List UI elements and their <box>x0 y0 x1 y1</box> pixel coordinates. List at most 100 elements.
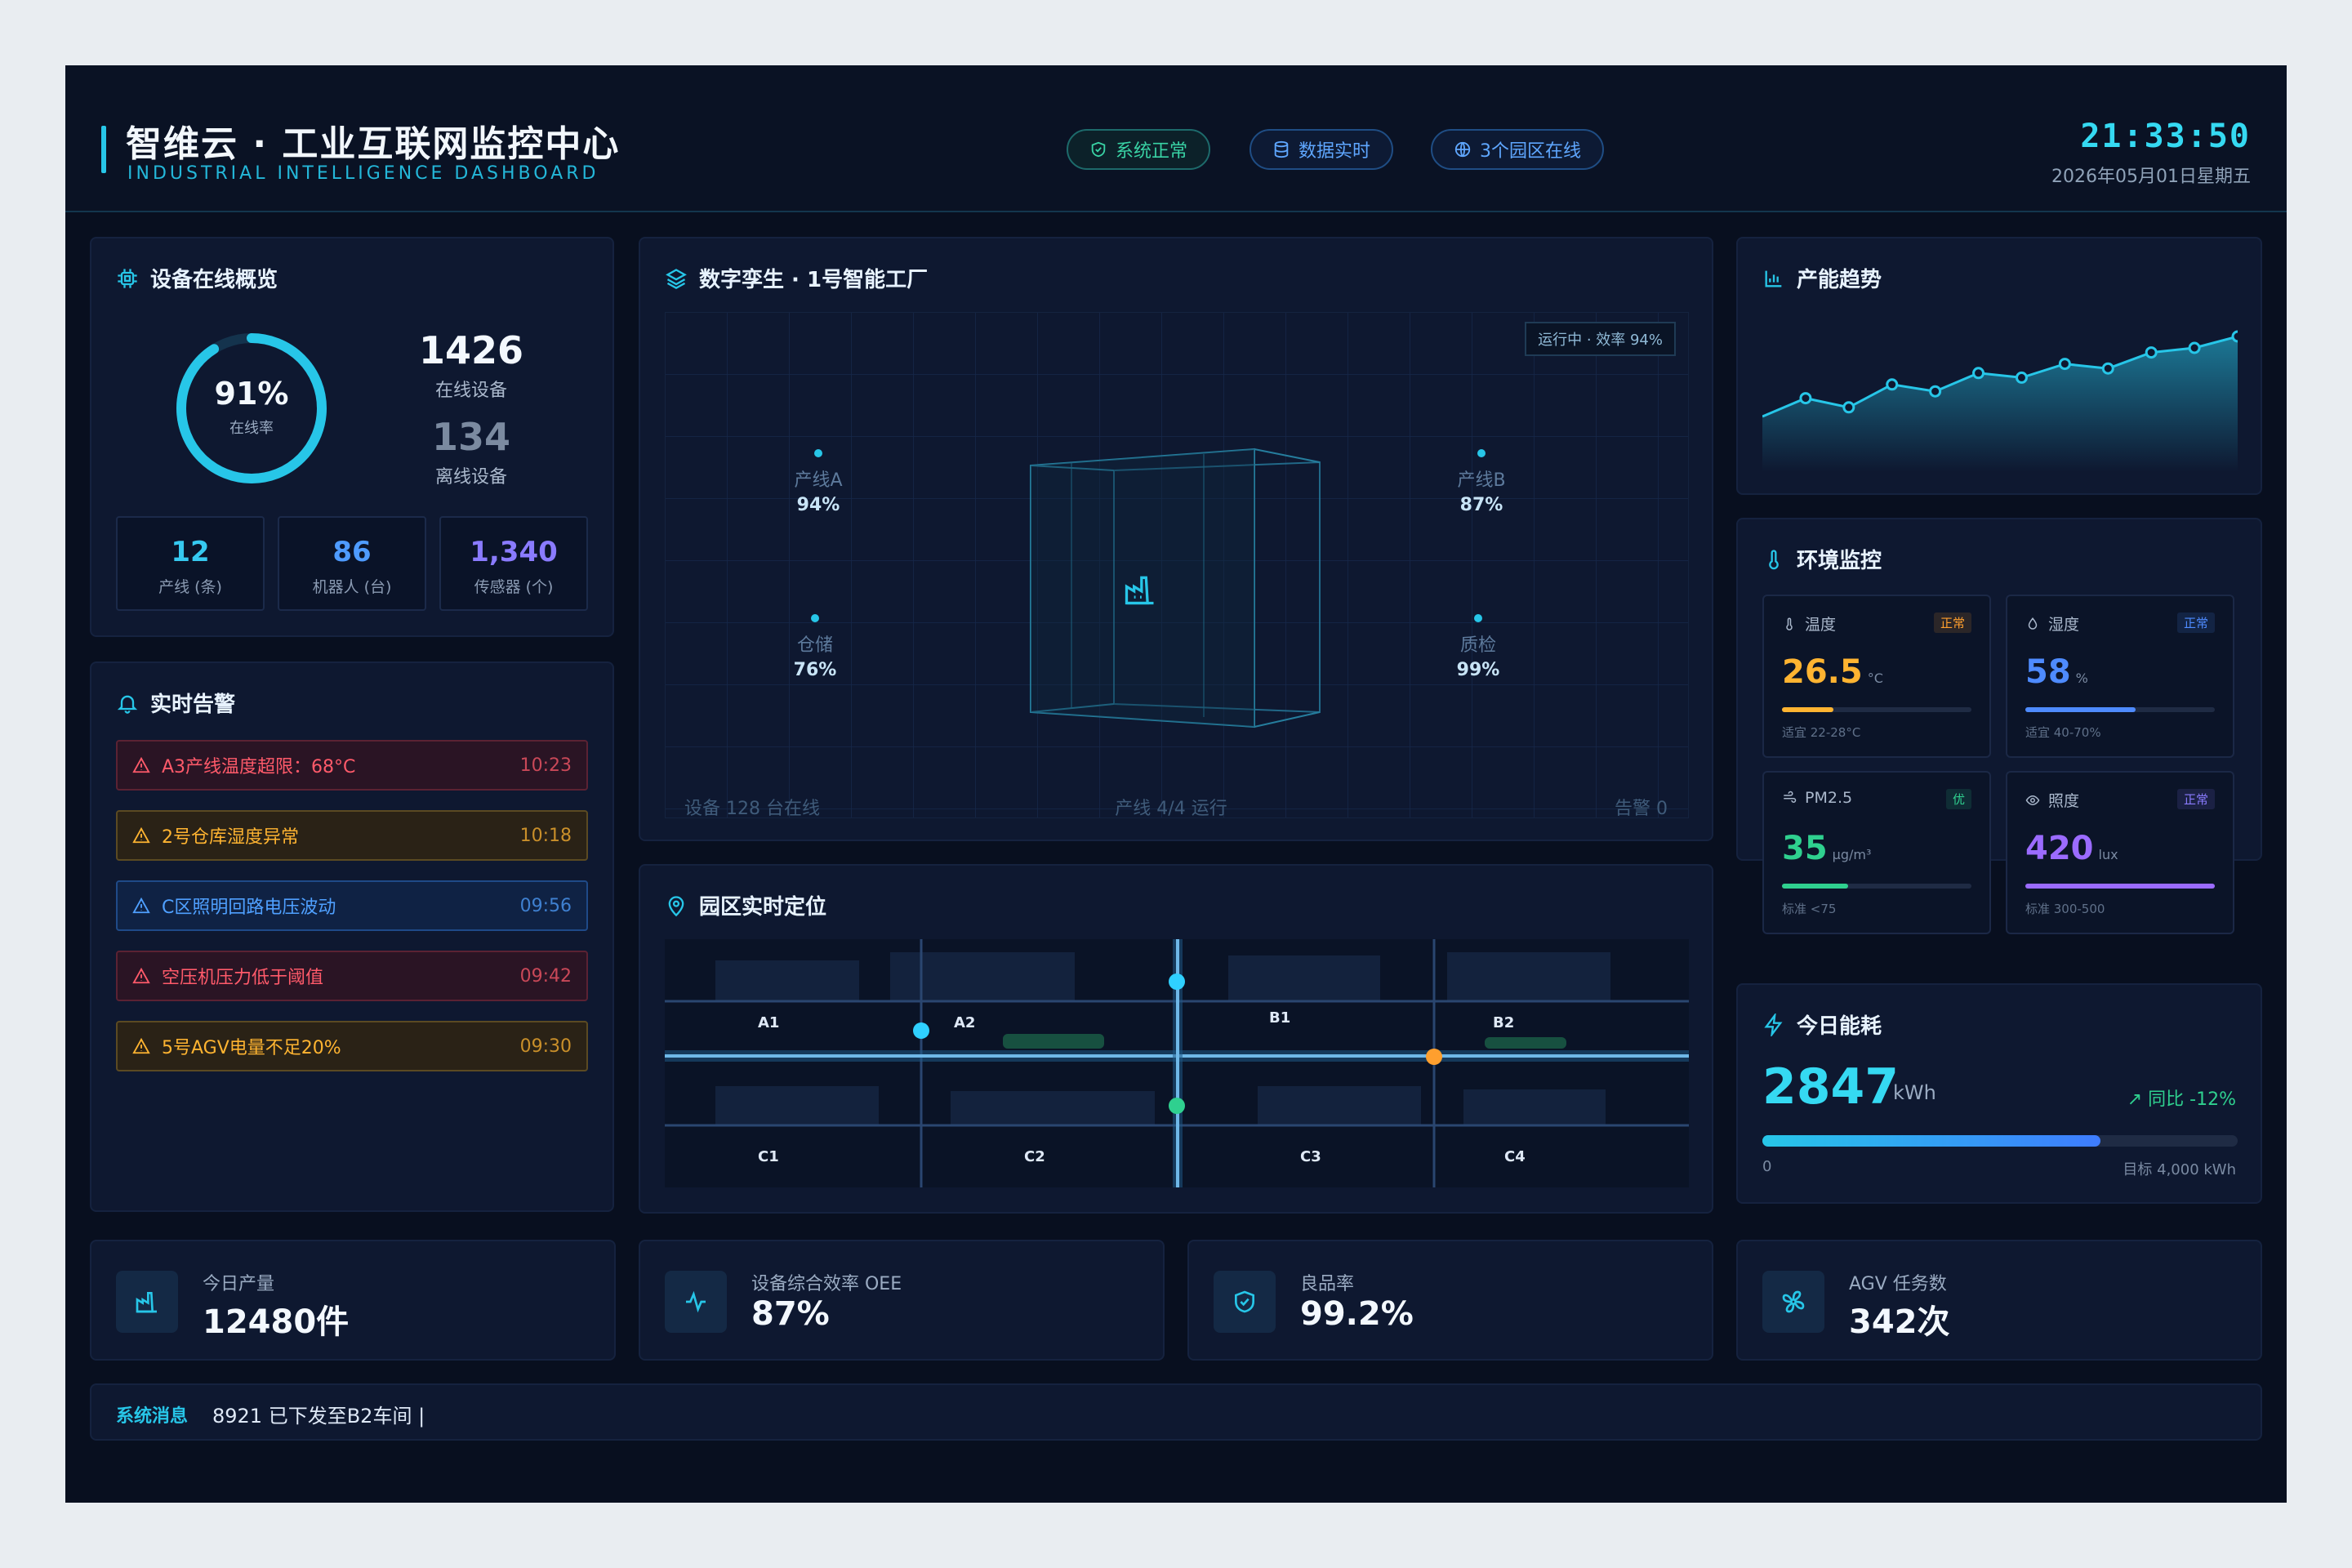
trend-point <box>1799 392 1812 405</box>
alert-item[interactable]: 2号仓库湿度异常 10:18 <box>116 810 588 861</box>
alert-triangle-icon <box>132 826 150 844</box>
energy-yoy-text: 同比 -12% <box>2148 1089 2236 1110</box>
kpi-card[interactable]: 今日产量 12480件 <box>90 1240 616 1361</box>
env-value-number: 26.5 <box>1782 653 1863 691</box>
alert-item[interactable]: 空压机压力低于阈值 09:42 <box>116 951 588 1001</box>
node-name: 产线A <box>794 470 843 491</box>
alert-text: 5号AGV电量不足20% <box>162 1038 341 1058</box>
energy-progress-fill <box>1762 1135 2101 1147</box>
droplets-icon <box>2028 617 2038 630</box>
environment-panel: 环境监控 温度 正常 26.5 °C 适宜 22-28°C 湿度 正常 58% 适宜 40-70… <box>1736 518 2262 934</box>
trend-chart <box>1762 330 2238 472</box>
database-icon <box>1274 140 1289 158</box>
panel-title: 实时告警 <box>116 688 235 718</box>
kpi-label: 设备综合效率 OEE <box>751 1274 902 1294</box>
bell-icon <box>117 695 138 714</box>
kpi-card[interactable]: 设备综合效率 OEE 87% <box>639 1240 1165 1361</box>
shield-check-icon <box>1091 141 1106 158</box>
env-progress-fill <box>2025 707 2136 712</box>
env-value-unit: °C <box>1867 670 1883 686</box>
alert-triangle-icon <box>132 897 150 914</box>
title-accent-bar <box>101 126 106 173</box>
env-card[interactable]: 照度 正常 420 lux 标准 300-500 <box>2006 771 2234 934</box>
kpi-card[interactable]: AGV 任务数 342次 <box>1736 1240 2262 1361</box>
status-pill-label: 数据实时 <box>1298 141 1371 162</box>
stat-sensors: 1,340 传感器 (个) <box>439 516 588 611</box>
env-card-header: PM2.5 <box>1782 789 1852 807</box>
twin-node-line-a[interactable]: 产线A 94% <box>769 449 867 515</box>
env-card-note: 标准 <75 <box>1782 902 1837 916</box>
env-card-note: 适宜 40-70% <box>2025 725 2101 740</box>
env-progress-fill <box>1782 707 1833 712</box>
twin-node-line-b[interactable]: 产线B 87% <box>1432 449 1530 515</box>
alert-item[interactable]: A3产线温度超限：68°C 10:23 <box>116 740 588 791</box>
env-card-name: 湿度 <box>2048 616 2080 634</box>
status-pill-label: 系统正常 <box>1116 141 1188 162</box>
env-card[interactable]: PM2.5 优 35 μg/m³ 标准 <75 <box>1762 771 1991 934</box>
panel-title: 数字孪生 · 1号智能工厂 <box>665 263 928 293</box>
twin-node-qc[interactable]: 质检 99% <box>1429 614 1527 680</box>
env-card-name: 照度 <box>2048 792 2080 810</box>
alert-item[interactable]: C区照明回路电压波动 09:56 <box>116 880 588 931</box>
alert-time: 09:56 <box>519 895 572 916</box>
factory-wireframe[interactable] <box>1024 443 1326 745</box>
stat-value: 12 <box>171 536 210 568</box>
status-pill-data[interactable]: 数据实时 <box>1250 129 1394 170</box>
kpi-label: 今日产量 <box>203 1274 275 1294</box>
panel-title: 园区实时定位 <box>665 890 826 920</box>
node-value: 76% <box>793 660 837 680</box>
online-rate-value: 91% <box>214 376 289 412</box>
stat-value: 86 <box>332 536 372 568</box>
panel-title: 设备在线概览 <box>116 263 278 293</box>
stat-lines: 12 产线 (条) <box>116 516 265 611</box>
kpi-card[interactable]: 良品率 99.2% <box>1187 1240 1713 1361</box>
panel-title-text: 环境监控 <box>1797 549 1882 573</box>
alert-time: 09:30 <box>519 1036 572 1057</box>
park-map[interactable] <box>665 939 1689 1187</box>
env-status-badge: 正常 <box>1933 612 1971 633</box>
kpi-icon-box <box>1762 1271 1824 1333</box>
trend-point <box>2058 358 2071 371</box>
env-card-note: 适宜 22-28°C <box>1782 725 1861 740</box>
ticker-text: 8921 已下发至B2车间 | <box>212 1405 425 1428</box>
env-card-value: 35 μg/m³ <box>1782 830 1871 867</box>
env-card-header: 照度 <box>2025 789 2079 811</box>
energy-panel: 今日能耗 2847 kWh ↗ 同比 -12% 0 目标 4,000 kWh <box>1736 983 2262 1204</box>
env-progress-fill <box>1782 884 1849 889</box>
trend-point <box>2188 341 2201 354</box>
ticker-bar: 系统消息 8921 已下发至B2车间 | <box>90 1383 2262 1441</box>
offline-count-label: 离线设备 <box>434 467 507 488</box>
node-name: 产线B <box>1457 470 1506 491</box>
node-dot <box>1477 449 1486 457</box>
stat-label: 机器人 (台) <box>312 578 392 596</box>
env-progress-track <box>2025 707 2215 712</box>
env-value-number: 35 <box>1782 830 1828 867</box>
zap-icon <box>1764 1013 1783 1036</box>
stat-label: 产线 (条) <box>158 578 222 596</box>
env-value-unit: % <box>2075 670 2088 686</box>
kpi-icon-box <box>665 1271 727 1333</box>
twin-node-warehouse[interactable]: 仓储 76% <box>766 614 864 680</box>
env-status-badge: 正常 <box>2176 789 2215 809</box>
panel-title-text: 数字孪生 · 1号智能工厂 <box>699 268 929 292</box>
status-pill-system[interactable]: 系统正常 <box>1067 129 1211 170</box>
online-count-label: 在线设备 <box>434 381 507 401</box>
alert-triangle-icon <box>132 1037 150 1054</box>
env-card[interactable]: 温度 正常 26.5 °C 适宜 22-28°C <box>1762 595 1991 758</box>
bar-chart-icon <box>1765 270 1782 287</box>
kpi-value: 87% <box>751 1295 830 1333</box>
trend-point <box>1842 401 1855 414</box>
eye-icon <box>2025 795 2040 805</box>
status-pill-parks[interactable]: 3个园区在线 <box>1431 129 1604 170</box>
kpi-value: 12480件 <box>203 1303 350 1341</box>
node-value: 99% <box>1456 660 1500 680</box>
alerts-panel: 实时告警 A3产线温度超限：68°C 10:23 2号仓库湿度异常 10:18 C区照明… <box>90 662 614 1212</box>
trend-point <box>2145 346 2158 359</box>
zone-label: A2 <box>954 1014 976 1031</box>
trend-point <box>1886 378 1899 391</box>
env-card-name: PM2.5 <box>1805 789 1853 807</box>
alert-item[interactable]: 5号AGV电量不足20% 09:30 <box>116 1021 588 1071</box>
env-card[interactable]: 湿度 正常 58% 适宜 40-70% <box>2006 595 2234 758</box>
energy-target-label: 目标 4,000 kWh <box>2123 1161 2236 1178</box>
panel-title-text: 产能趋势 <box>1797 268 1882 292</box>
